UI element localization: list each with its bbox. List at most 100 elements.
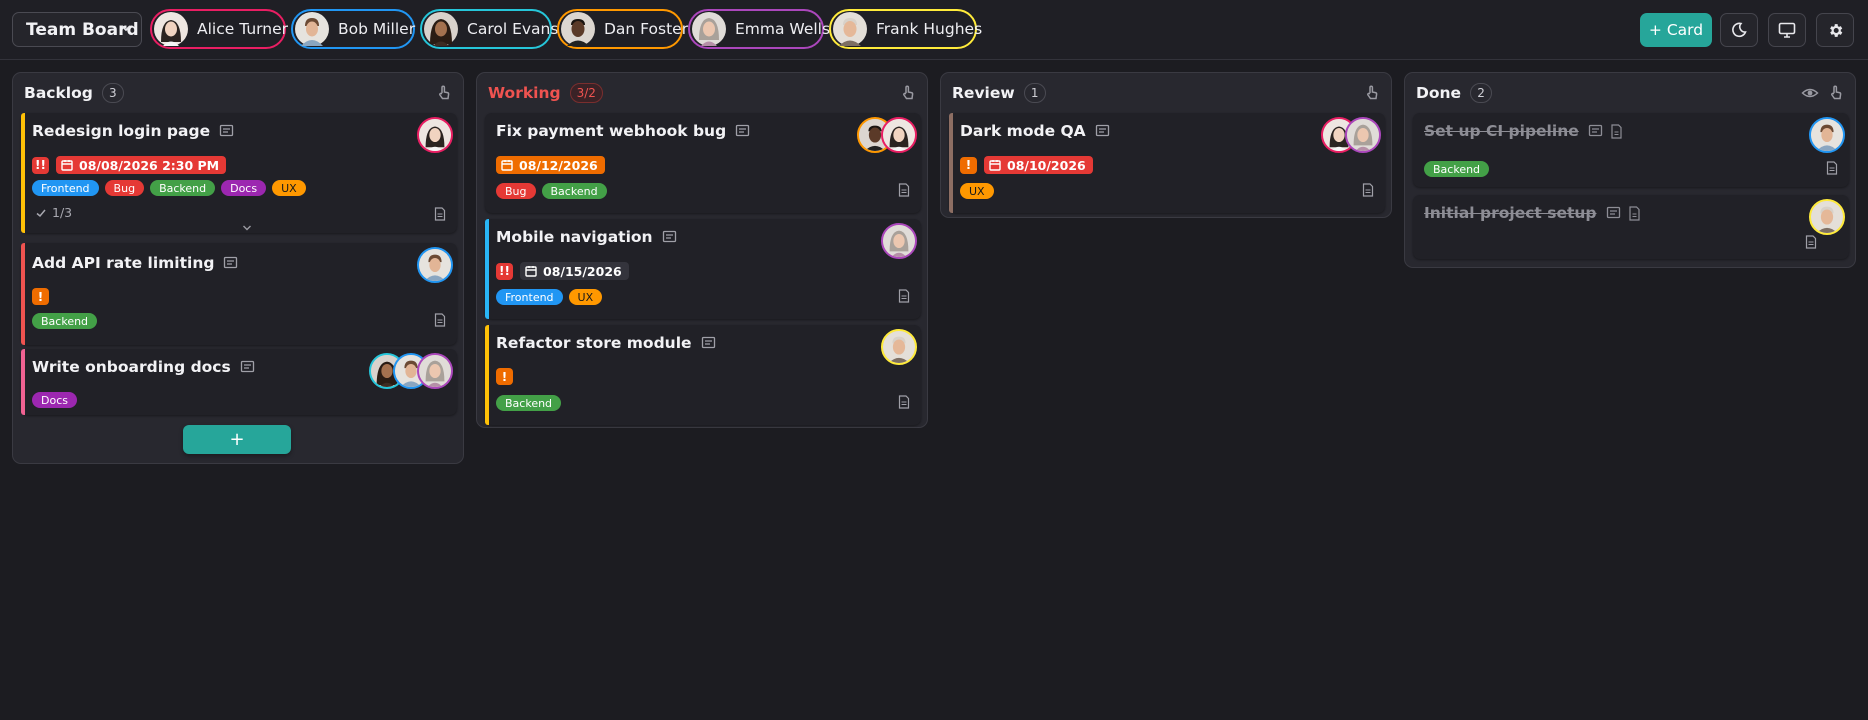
card-title-text: Dark mode QA	[960, 122, 1086, 140]
add-card-to-column-button[interactable]: +	[183, 425, 291, 454]
column-wip-badge: 3/2	[569, 83, 603, 103]
avatar	[692, 12, 726, 46]
column-header: Done 2	[1416, 83, 1493, 103]
touch-icon[interactable]	[1827, 84, 1845, 102]
column-count-badge: 3	[101, 83, 124, 103]
member-chip-carol[interactable]: Carol Evans	[420, 9, 558, 49]
card-title: Initial project setup	[1424, 204, 1641, 222]
tag-list: Docs	[32, 392, 83, 408]
add-card-button[interactable]: + Card	[1640, 13, 1712, 47]
card-meta: !	[32, 288, 56, 305]
card[interactable]: Write onboarding docs Docs	[21, 349, 457, 415]
tag-list: UX	[960, 183, 1000, 199]
description-icon	[434, 207, 446, 221]
display-mode-button[interactable]	[1768, 13, 1806, 47]
tag-docs: Docs	[221, 180, 267, 196]
description-icon	[1362, 183, 1374, 197]
card-meta: ! 08/10/2026	[960, 156, 1093, 174]
column-count-badge: 1	[1023, 83, 1046, 103]
touch-icon[interactable]	[899, 84, 917, 102]
due-date-badge: 08/12/2026	[496, 156, 605, 174]
card[interactable]: Set up CI pipeline Backend	[1413, 113, 1849, 187]
card-color-bar	[485, 219, 489, 319]
avatar	[881, 117, 917, 153]
member-chip-alice[interactable]: Alice Turner	[150, 9, 288, 49]
board-selector[interactable]: Team Board	[12, 12, 142, 47]
tag-list: Backend	[32, 313, 103, 329]
card-meta: !	[496, 368, 520, 385]
card-assignees	[417, 247, 453, 283]
member-chip-frank[interactable]: Frank Hughes	[829, 9, 982, 49]
touch-icon[interactable]	[1363, 84, 1381, 102]
settings-button[interactable]	[1816, 13, 1854, 47]
description-icon	[898, 395, 910, 409]
avatar	[417, 353, 453, 389]
avatar	[1345, 117, 1381, 153]
tag-bug: Bug	[104, 180, 145, 196]
member-name: Carol Evans	[467, 20, 559, 38]
column-title: Done	[1416, 84, 1462, 102]
calendar-icon	[525, 266, 537, 277]
due-date-badge: 08/15/2026	[520, 262, 629, 280]
tag-docs: Docs	[32, 392, 77, 408]
touch-icon[interactable]	[435, 84, 453, 102]
column-title: Backlog	[24, 84, 93, 102]
card-title-text: Fix payment webhook bug	[496, 122, 727, 140]
card-color-bar	[949, 113, 953, 213]
avatar	[417, 247, 453, 283]
card[interactable]: Redesign login page !! 08/08/2026 2:30 P…	[21, 113, 457, 233]
due-date-text: 08/15/2026	[543, 263, 622, 279]
tag-backend: Backend	[32, 313, 98, 329]
chevron-down-icon[interactable]	[241, 223, 253, 233]
card-title: Write onboarding docs	[32, 358, 255, 376]
priority-badge: !	[32, 288, 49, 305]
tag-ux: UX	[568, 289, 603, 305]
card[interactable]: Initial project setup	[1413, 195, 1849, 259]
card-title-text: Add API rate limiting	[32, 254, 215, 272]
theme-toggle-button[interactable]	[1720, 13, 1758, 47]
card[interactable]: Add API rate limiting ! Backend	[21, 243, 457, 345]
card-meta: !! 08/08/2026 2:30 PM	[32, 156, 227, 174]
note-icon	[662, 230, 676, 242]
card[interactable]: Fix payment webhook bug 08/12/2026 Bug B…	[485, 113, 921, 213]
due-date-text: 08/10/2026	[1007, 157, 1086, 173]
moon-icon	[1732, 22, 1747, 38]
tag-frontend: Frontend	[32, 180, 99, 196]
calendar-icon	[61, 160, 73, 171]
avatar	[561, 12, 595, 46]
card-title-text: Set up CI pipeline	[1424, 122, 1579, 140]
card-title: Redesign login page	[32, 122, 234, 140]
card[interactable]: Refactor store module ! Backend	[485, 325, 921, 425]
priority-badge: !!	[496, 262, 513, 280]
card-title: Mobile navigation	[496, 228, 677, 246]
note-icon	[1588, 124, 1602, 136]
card-title-text: Initial project setup	[1424, 204, 1597, 222]
attachment-icon	[1628, 205, 1640, 221]
card[interactable]: Dark mode QA ! 08/10/2026 UX	[949, 113, 1385, 213]
calendar-icon	[989, 160, 1001, 171]
card-title: Add API rate limiting	[32, 254, 238, 272]
member-chip-dan[interactable]: Dan Foster	[557, 9, 688, 49]
checklist-count: 1/3	[52, 205, 73, 220]
description-icon	[898, 183, 910, 197]
check-icon	[36, 209, 46, 217]
tag-list: Backend	[1424, 161, 1495, 177]
member-chip-emma[interactable]: Emma Wells	[688, 9, 830, 49]
avatar	[1809, 117, 1845, 153]
avatar	[1809, 199, 1845, 235]
note-icon	[701, 336, 715, 348]
member-name: Dan Foster	[604, 20, 689, 38]
note-icon	[1095, 124, 1109, 136]
note-icon	[240, 360, 254, 372]
column-title: Review	[952, 84, 1015, 102]
card[interactable]: Mobile navigation !! 08/15/2026 Frontend…	[485, 219, 921, 319]
avatar	[833, 12, 867, 46]
member-name: Bob Miller	[338, 20, 416, 38]
card-color-bar	[21, 349, 25, 415]
eye-icon[interactable]	[1801, 84, 1819, 102]
member-chip-bob[interactable]: Bob Miller	[291, 9, 415, 49]
description-icon	[1826, 161, 1838, 175]
chevron-down-icon	[121, 25, 131, 32]
tag-backend: Backend	[150, 180, 216, 196]
card-assignees	[881, 329, 917, 365]
